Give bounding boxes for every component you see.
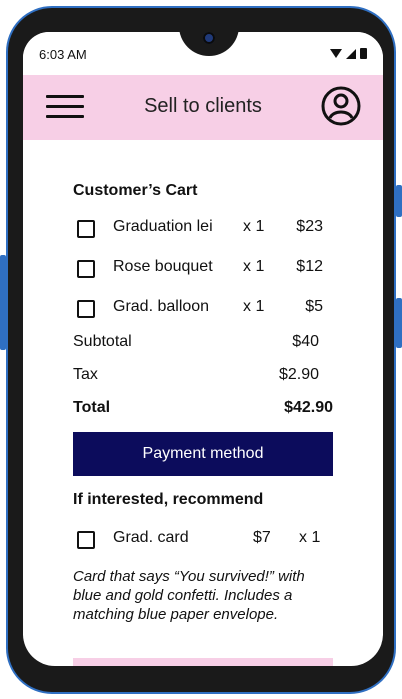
side-button — [0, 255, 6, 350]
item-price: $23 — [296, 218, 323, 235]
item-quantity: x 1 — [243, 298, 265, 315]
wifi-icon — [330, 49, 342, 58]
item-price: $12 — [296, 258, 323, 275]
item-name: Graduation lei — [113, 218, 213, 235]
app-bar: Sell to clients — [23, 75, 383, 140]
recommend-description: Card that says “You survived!” with blue… — [73, 568, 305, 623]
item-price: $7 — [253, 529, 271, 546]
item-quantity: x 1 — [299, 529, 321, 546]
subtotal-value: $40 — [292, 333, 319, 350]
item-price: $5 — [305, 298, 323, 315]
item-name: Grad. card — [113, 529, 189, 546]
cart-item: Graduation lei x 1 $23 — [73, 218, 333, 240]
total-row: Total $42.90 — [73, 399, 333, 417]
item-checkbox[interactable] — [77, 531, 95, 549]
item-quantity: x 1 — [243, 258, 265, 275]
total-value: $42.90 — [284, 399, 333, 416]
main-content: Customer’s Cart Graduation lei x 1 $23 R… — [23, 140, 383, 666]
phone-frame: 6:03 AM Sell to clients Customer’s Cart — [6, 6, 396, 694]
item-name: Rose bouquet — [113, 258, 213, 275]
total-label: Total — [73, 399, 111, 416]
system-icons — [330, 48, 367, 59]
camera-icon — [203, 32, 215, 44]
item-name: Grad. balloon — [113, 298, 210, 315]
tax-value: $2.90 — [278, 366, 319, 383]
item-quantity: x 1 — [243, 218, 265, 235]
signal-icon — [346, 48, 356, 59]
tax-row: Tax $2.90 — [73, 366, 333, 384]
cart-item: Rose bouquet x 1 $12 — [73, 258, 333, 280]
cart-item: Grad. balloon x 1 $5 — [73, 298, 333, 320]
item-checkbox[interactable] — [77, 300, 95, 318]
subtotal-row: Subtotal $40 — [73, 333, 333, 351]
item-checkbox[interactable] — [77, 260, 95, 278]
account-icon[interactable] — [321, 86, 361, 126]
payment-method-button[interactable]: Payment method — [73, 432, 333, 476]
volume-button — [396, 298, 402, 348]
subtotal-label: Subtotal — [73, 333, 132, 350]
status-time: 6:03 AM — [39, 47, 87, 62]
recommend-title: If interested, recommend — [73, 491, 264, 508]
recommend-item: Grad. card $7 x 1 — [73, 529, 333, 551]
power-button — [396, 185, 402, 217]
cart-title: Customer’s Cart — [73, 182, 198, 199]
next-button[interactable] — [73, 658, 333, 666]
item-checkbox[interactable] — [77, 220, 95, 238]
tax-label: Tax — [73, 366, 98, 383]
phone-screen: 6:03 AM Sell to clients Customer’s Cart — [23, 32, 383, 666]
battery-icon — [360, 48, 367, 59]
